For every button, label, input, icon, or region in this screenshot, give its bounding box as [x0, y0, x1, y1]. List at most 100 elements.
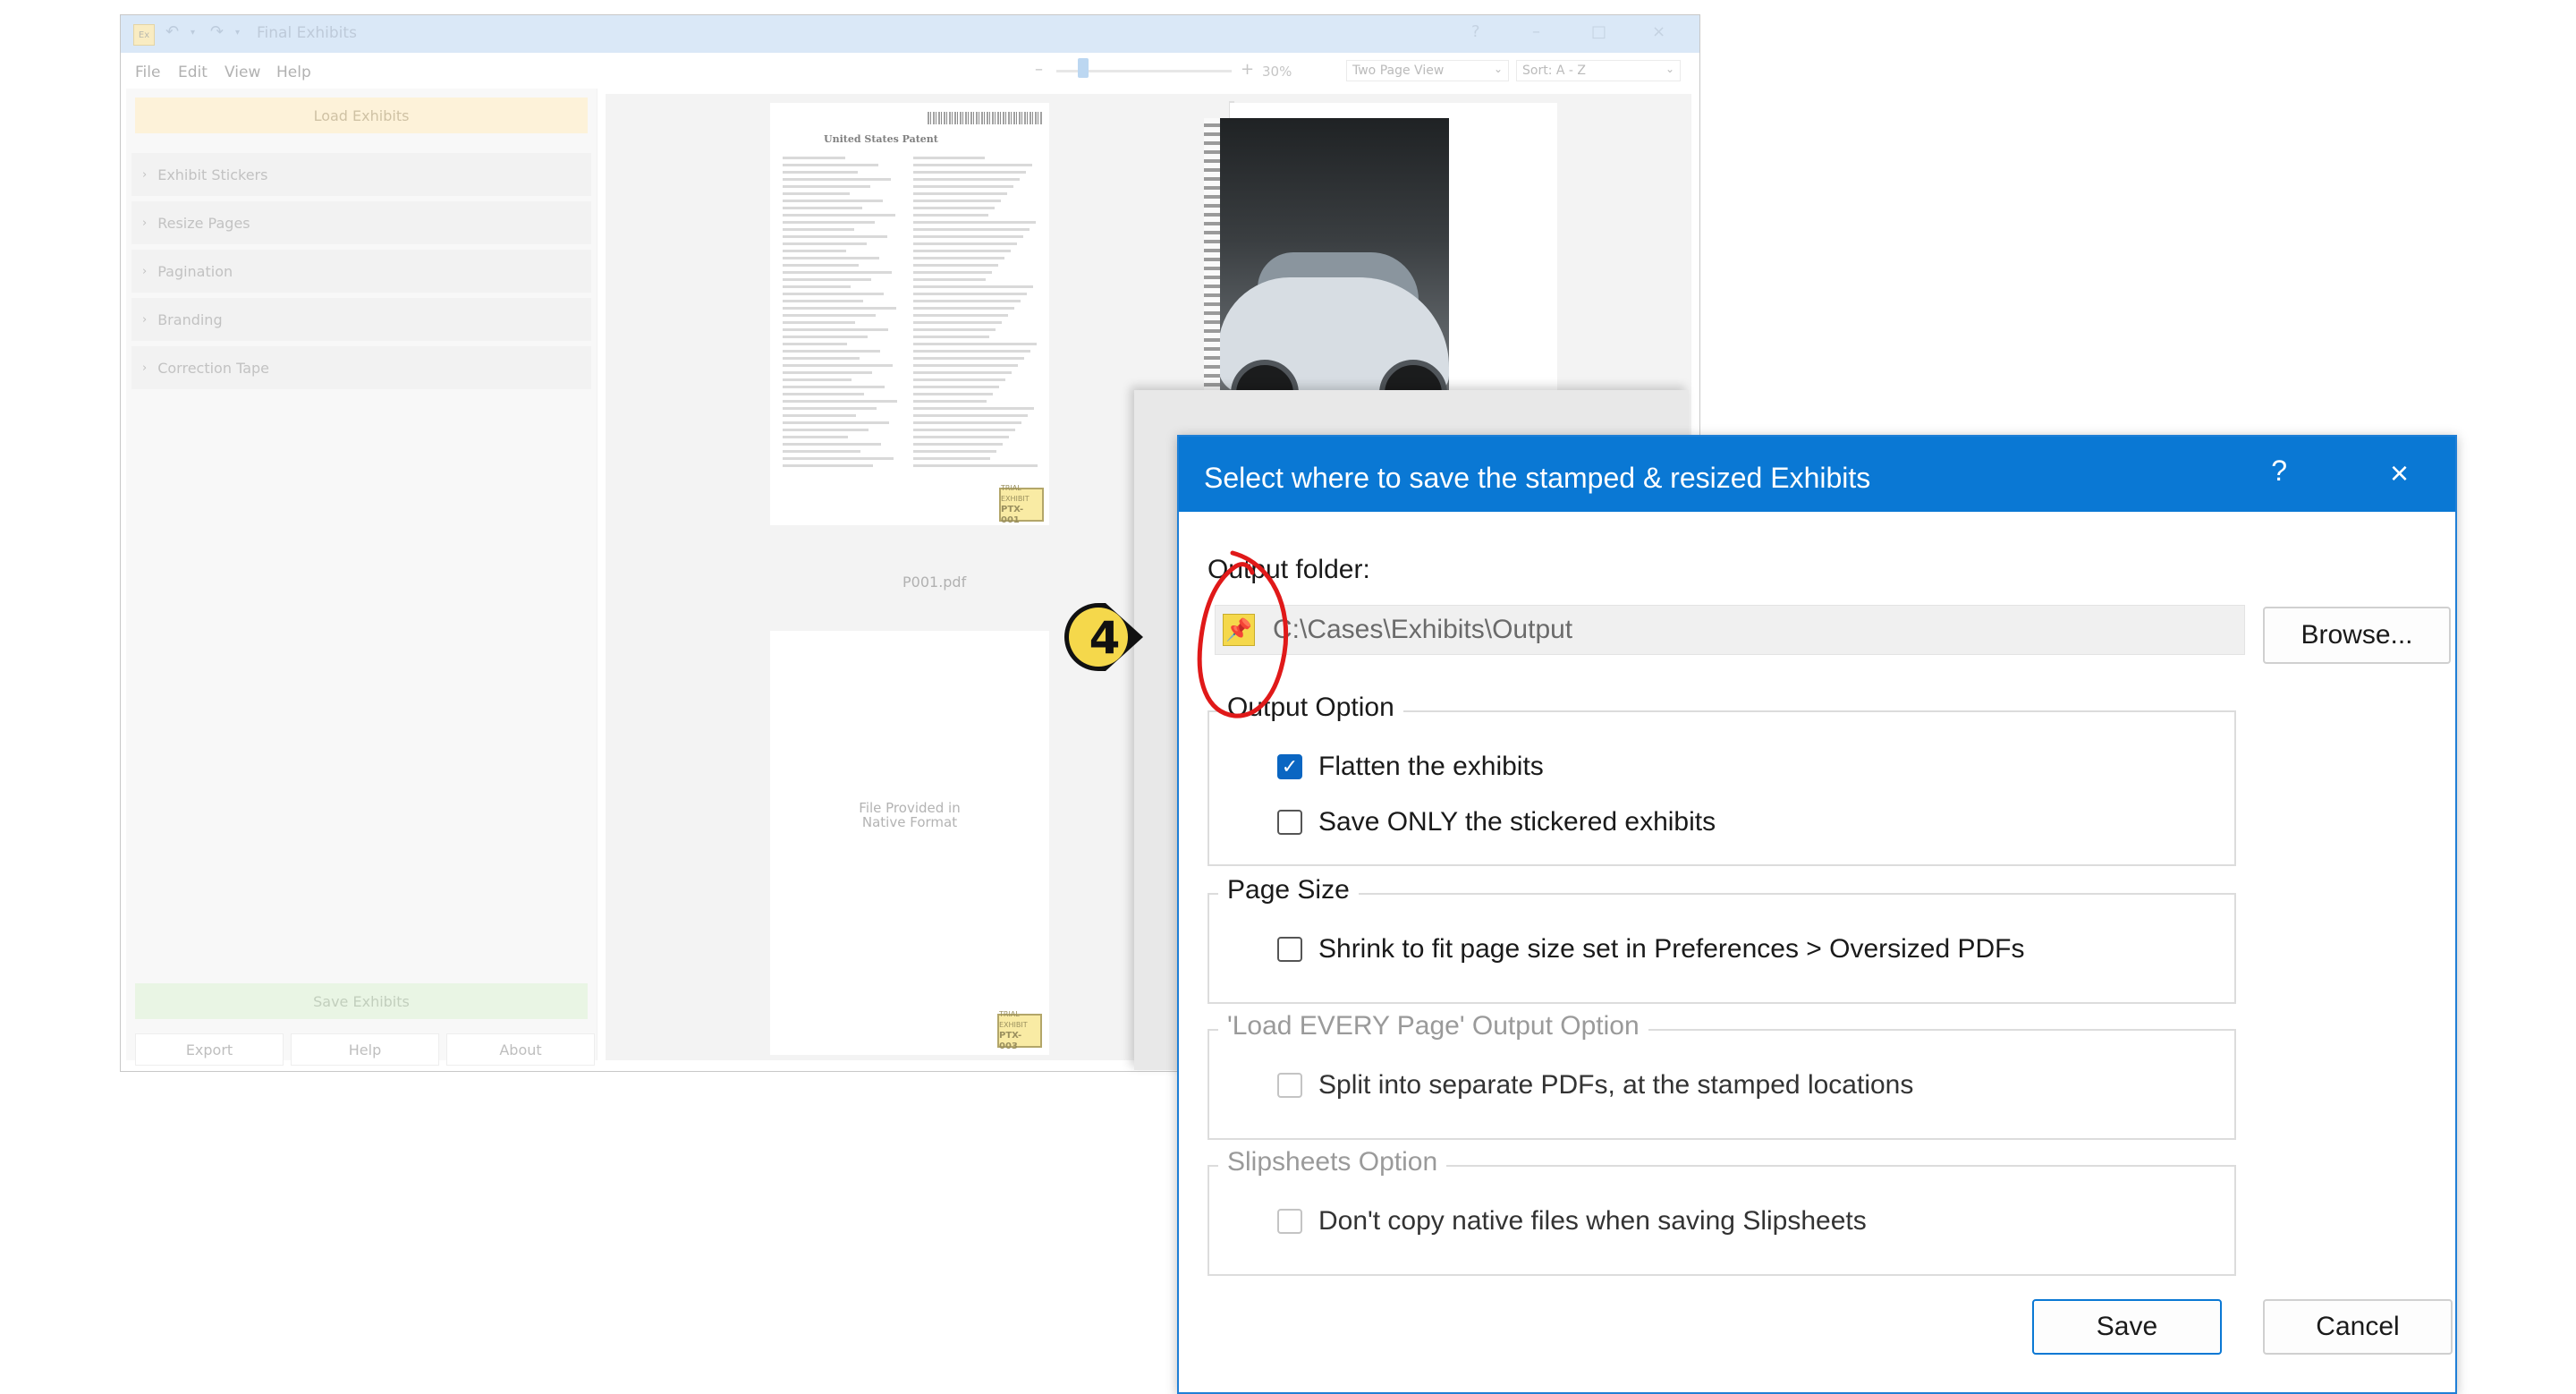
- split-pdfs-option: Split into separate PDFs, at the stamped…: [1277, 1070, 1913, 1101]
- chevron-right-icon: ›: [142, 264, 148, 278]
- step-number: 4: [1089, 612, 1121, 664]
- left-panel: Load Exhibits › Exhibit Stickers › Resiz…: [126, 89, 597, 1066]
- load-every-page-group: 'Load EVERY Page' Output Option Split in…: [1208, 1011, 2236, 1140]
- save-only-stickered-option[interactable]: Save ONLY the stickered exhibits: [1277, 807, 1716, 837]
- sticker-line: TRIAL EXHIBIT: [1001, 484, 1030, 503]
- text-line: [783, 393, 864, 395]
- menu-view[interactable]: View: [225, 64, 260, 81]
- output-folder-field[interactable]: 📌 C:\Cases\Exhibits\Output: [1215, 605, 2245, 655]
- undo-dropdown-icon[interactable]: ▾: [191, 28, 195, 38]
- slipsheets-group: Slipsheets Option Don't copy native file…: [1208, 1147, 2236, 1276]
- text-line: [913, 307, 1014, 310]
- text-line: [783, 157, 845, 159]
- text-line: [913, 257, 1004, 259]
- exhibit-page-p001[interactable]: United States Patent TRIAL EXHIBIT PTX-0…: [770, 103, 1049, 525]
- text-line: [783, 457, 894, 460]
- view-mode-select[interactable]: Two Page View ⌄: [1346, 60, 1509, 81]
- redo-dropdown-icon[interactable]: ▾: [235, 28, 240, 38]
- help-icon[interactable]: ?: [1471, 22, 1480, 41]
- text-line: [913, 178, 1020, 181]
- save-exhibits-button[interactable]: Save Exhibits: [135, 983, 588, 1019]
- exhibit-page-native[interactable]: File Provided in Native Format TRIAL EXH…: [770, 631, 1049, 1055]
- section-resize-pages[interactable]: › Resize Pages: [131, 201, 591, 244]
- text-line: [913, 214, 988, 217]
- help-button[interactable]: Help: [291, 1033, 439, 1066]
- text-line: [913, 278, 986, 281]
- no-native-copy-checkbox: [1277, 1209, 1302, 1234]
- redo-icon[interactable]: ↷: [210, 22, 224, 41]
- text-line: [913, 364, 1018, 367]
- shrink-to-fit-checkbox[interactable]: [1277, 937, 1302, 962]
- option-label: Save ONLY the stickered exhibits: [1318, 807, 1716, 837]
- text-line: [913, 300, 1021, 302]
- text-line: [783, 386, 885, 388]
- text-line: [913, 343, 1037, 345]
- section-exhibit-stickers[interactable]: › Exhibit Stickers: [131, 153, 591, 196]
- text-line: [913, 328, 996, 331]
- text-line: [913, 450, 996, 453]
- text-line: [913, 185, 1013, 188]
- flatten-checkbox[interactable]: ✓: [1277, 754, 1302, 779]
- close-window-icon[interactable]: ×: [1652, 22, 1665, 41]
- sticker-id: PTX-001: [1001, 505, 1024, 525]
- export-button[interactable]: Export: [135, 1033, 284, 1066]
- zoom-slider-thumb[interactable]: [1078, 58, 1089, 78]
- text-line: [913, 350, 1030, 353]
- minimize-icon[interactable]: –: [1532, 22, 1540, 41]
- output-option-group: Output Option ✓ Flatten the exhibits Sav…: [1208, 693, 2236, 866]
- text-line: [783, 464, 873, 467]
- text-line: [783, 250, 846, 252]
- save-only-stickered-checkbox[interactable]: [1277, 810, 1302, 835]
- save-button[interactable]: Save: [2032, 1299, 2222, 1355]
- text-line: [913, 357, 1024, 360]
- text-line: [783, 364, 893, 367]
- menu-edit[interactable]: Edit: [178, 64, 208, 81]
- split-pdfs-checkbox: [1277, 1073, 1302, 1098]
- cancel-button[interactable]: Cancel: [2263, 1299, 2453, 1355]
- menu-bar: File Edit View Help – + 30% Two Page Vie…: [121, 53, 1699, 89]
- zoom-out-icon[interactable]: –: [1035, 60, 1043, 79]
- page-caption: P001.pdf: [902, 574, 967, 591]
- text-line: [783, 214, 895, 217]
- sort-select[interactable]: Sort: A - Z ⌄: [1516, 60, 1681, 81]
- title-bar: Ex ↶ ▾ ↷ ▾ Final Exhibits ? – □ ×: [121, 15, 1699, 53]
- zoom-in-icon[interactable]: +: [1241, 60, 1254, 79]
- menu-help[interactable]: Help: [276, 64, 311, 81]
- text-line: [913, 293, 1027, 295]
- text-line: [783, 400, 897, 403]
- text-line: [783, 336, 868, 338]
- shrink-to-fit-option[interactable]: Shrink to fit page size set in Preferenc…: [1277, 934, 2025, 965]
- native-file-notice: File Provided in Native Format: [770, 801, 1049, 829]
- load-exhibits-button[interactable]: Load Exhibits: [135, 98, 588, 133]
- text-line: [913, 242, 1017, 245]
- section-branding[interactable]: › Branding: [131, 298, 591, 341]
- flatten-option[interactable]: ✓ Flatten the exhibits: [1277, 752, 1544, 782]
- text-line: [783, 285, 851, 288]
- text-line: [913, 393, 993, 395]
- car-photo: [1204, 118, 1449, 422]
- maximize-icon[interactable]: □: [1591, 22, 1606, 41]
- text-line: [913, 235, 1023, 238]
- text-line: [913, 221, 1036, 224]
- about-button[interactable]: About: [446, 1033, 595, 1066]
- chevron-right-icon: ›: [142, 216, 148, 230]
- text-line: [913, 386, 999, 388]
- text-line: [913, 371, 1012, 374]
- text-line: [783, 192, 850, 195]
- text-line: [913, 336, 989, 338]
- text-line: [783, 257, 879, 259]
- undo-icon[interactable]: ↶: [165, 22, 179, 41]
- text-line: [783, 357, 860, 360]
- close-icon[interactable]: ×: [2390, 455, 2409, 492]
- text-line: [913, 436, 1009, 438]
- text-line: [783, 293, 884, 295]
- document-heading: United States Patent: [824, 133, 938, 145]
- menu-file[interactable]: File: [135, 64, 160, 81]
- section-correction-tape[interactable]: › Correction Tape: [131, 346, 591, 389]
- section-pagination[interactable]: › Pagination: [131, 250, 591, 293]
- help-icon[interactable]: ?: [2271, 455, 2287, 488]
- text-line: [783, 221, 875, 224]
- sticker-line: TRIAL EXHIBIT: [999, 1010, 1028, 1029]
- browse-button[interactable]: Browse...: [2263, 607, 2451, 664]
- page-size-group: Page Size Shrink to fit page size set in…: [1208, 875, 2236, 1004]
